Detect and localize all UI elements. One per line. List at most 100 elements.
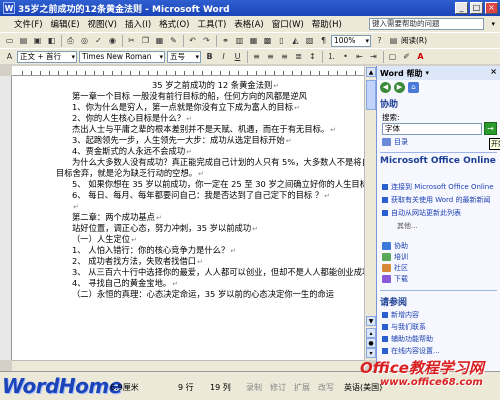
numbering-icon[interactable]: ⒈ xyxy=(325,50,338,63)
bullets-icon[interactable]: • xyxy=(339,50,352,63)
toc-link[interactable]: 目录 xyxy=(382,137,408,147)
status-extend[interactable]: 扩展 xyxy=(294,382,310,393)
read-button[interactable]: 阅读(R) xyxy=(401,35,427,46)
status-record[interactable]: 录制 xyxy=(246,382,262,393)
show-hide-icon[interactable]: ¶ xyxy=(317,34,330,47)
horizontal-ruler[interactable] xyxy=(12,66,364,76)
insert-table-icon[interactable]: ▦ xyxy=(247,34,260,47)
new-document-icon[interactable]: ▭ xyxy=(3,34,16,47)
online-link-news[interactable]: 获取有关使用 Word 的最新新闻 xyxy=(382,195,490,205)
close-icon[interactable]: × xyxy=(490,67,497,76)
research-icon[interactable]: ◉ xyxy=(106,34,119,47)
community-link[interactable]: 社区 xyxy=(382,263,408,273)
border-icon[interactable]: ▢ xyxy=(386,50,399,63)
ruler-tick xyxy=(220,71,221,75)
insert-excel-icon[interactable]: ▩ xyxy=(261,34,274,47)
assist-link[interactable]: 协助 xyxy=(382,241,408,251)
ruler-tick xyxy=(265,71,266,75)
scroll-up-icon[interactable]: ▲ xyxy=(366,67,376,77)
help-search-input[interactable]: 字体 xyxy=(382,123,482,135)
decrease-indent-icon[interactable]: ⇤ xyxy=(353,50,366,63)
undo-icon[interactable]: ↶ xyxy=(186,34,199,47)
read-icon[interactable]: ▤ xyxy=(387,34,400,47)
underline-icon[interactable]: U xyxy=(231,50,244,63)
spelling-icon[interactable]: ✓ xyxy=(92,34,105,47)
print-preview-icon[interactable]: ◎ xyxy=(78,34,91,47)
document-page[interactable]: 35 岁之前成功的 12 条黄金法则↵ 第一章一个目标 一般没有前行目标的船，任… xyxy=(12,76,364,360)
previous-page-icon[interactable]: ▴ xyxy=(366,328,376,338)
font-color-icon[interactable]: A xyxy=(414,50,427,63)
permission-icon[interactable]: ◧ xyxy=(45,34,58,47)
menu-table[interactable]: 表格(A) xyxy=(230,18,267,30)
menu-insert[interactable]: 插入(I) xyxy=(121,18,155,30)
online-link-update[interactable]: 自动从网站更新此列表 xyxy=(382,208,461,218)
contact-us-link[interactable]: 与我们联系 xyxy=(382,322,426,332)
open-folder-icon[interactable]: ▤ xyxy=(17,34,30,47)
help-icon[interactable]: ? xyxy=(373,34,386,47)
document-map-icon[interactable]: ▧ xyxy=(303,34,316,47)
document-area[interactable]: 35 岁之前成功的 12 条黄金法则↵ 第一章一个目标 一般没有前行目标的船，任… xyxy=(12,76,364,360)
align-left-icon[interactable]: ≡ xyxy=(250,50,263,63)
italic-icon[interactable]: I xyxy=(217,50,230,63)
cut-icon[interactable]: ✂ xyxy=(125,34,138,47)
online-settings-link[interactable]: 在线内容设置... xyxy=(382,346,440,356)
download-link[interactable]: 下载 xyxy=(382,274,408,284)
align-center-icon[interactable]: ≡ xyxy=(264,50,277,63)
align-right-icon[interactable]: ≡ xyxy=(278,50,291,63)
maximize-button[interactable]: □ xyxy=(470,2,483,14)
standard-toolbar: ▭ ▤ ▣ ◧ ⎙ ◎ ✓ ◉ ✂ ❐ ▦ ✎ ↶ ↷ ⚭ ▥ ▦ ▩ ▯ ◭ … xyxy=(0,32,500,48)
line-spacing-icon[interactable]: ↕ xyxy=(306,50,319,63)
menu-help[interactable]: 帮助(H) xyxy=(308,18,346,30)
back-icon[interactable]: ◀ xyxy=(380,81,391,93)
menu-format[interactable]: 格式(O) xyxy=(155,18,193,30)
scroll-thumb[interactable] xyxy=(366,80,376,110)
more-link[interactable]: 其他... xyxy=(397,221,418,231)
tables-borders-icon[interactable]: ▥ xyxy=(233,34,246,47)
word-app-icon[interactable]: W xyxy=(3,2,15,14)
ask-question-input[interactable]: 键入需要帮助的问题 xyxy=(369,18,484,30)
chevron-down-icon[interactable]: ▾ xyxy=(491,20,495,28)
vertical-ruler[interactable] xyxy=(0,76,12,360)
status-overtype[interactable]: 改写 xyxy=(318,382,334,393)
columns-icon[interactable]: ▯ xyxy=(275,34,288,47)
font-size-select[interactable]: 五号 xyxy=(167,50,201,63)
increase-indent-icon[interactable]: ⇥ xyxy=(367,50,380,63)
search-go-button[interactable]: → xyxy=(484,122,497,135)
chevron-down-icon[interactable]: ▾ xyxy=(426,69,430,77)
zoom-select[interactable]: 100% xyxy=(331,34,371,47)
training-link[interactable]: 培训 xyxy=(382,252,408,262)
save-icon[interactable]: ▣ xyxy=(31,34,44,47)
ruler-tick xyxy=(130,71,131,75)
bold-icon[interactable]: B xyxy=(203,50,216,63)
status-track[interactable]: 修订 xyxy=(270,382,286,393)
accessibility-link[interactable]: 辅助功能帮助 xyxy=(382,334,433,344)
paste-icon[interactable]: ▦ xyxy=(153,34,166,47)
menu-edit[interactable]: 编辑(E) xyxy=(47,18,84,30)
print-icon[interactable]: ⎙ xyxy=(64,34,77,47)
scroll-down-icon[interactable]: ▼ xyxy=(366,316,376,326)
menu-file[interactable]: 文件(F) xyxy=(10,18,47,30)
style-select[interactable]: 正文 + 首行 xyxy=(17,50,77,63)
redo-icon[interactable]: ↷ xyxy=(200,34,213,47)
home-icon[interactable]: ⌂ xyxy=(408,81,419,93)
format-painter-icon[interactable]: ✎ xyxy=(167,34,180,47)
task-pane-title[interactable]: Word 帮助 xyxy=(380,68,423,79)
menu-tools[interactable]: 工具(T) xyxy=(193,18,230,30)
select-browse-object-icon[interactable]: ● xyxy=(366,338,376,348)
vertical-scrollbar[interactable]: ▲ ▼ ▴ ● ▾ xyxy=(364,66,376,360)
horizontal-scrollbar[interactable] xyxy=(12,360,364,371)
menu-view[interactable]: 视图(V) xyxy=(84,18,121,30)
copy-icon[interactable]: ❐ xyxy=(139,34,152,47)
drawing-icon[interactable]: ◭ xyxy=(289,34,302,47)
font-select[interactable]: Times New Roman xyxy=(79,50,165,63)
hyperlink-icon[interactable]: ⚭ xyxy=(219,34,232,47)
styles-icon[interactable]: A xyxy=(3,50,16,63)
menu-window[interactable]: 窗口(W) xyxy=(268,18,308,30)
justify-icon[interactable]: ≣ xyxy=(292,50,305,63)
minimize-button[interactable]: _ xyxy=(455,2,468,14)
whats-new-link[interactable]: 新增内容 xyxy=(382,310,419,320)
close-button[interactable]: × xyxy=(485,2,498,14)
forward-icon[interactable]: ▶ xyxy=(394,81,405,93)
online-link-connect[interactable]: 连接到 Microsoft Office Online xyxy=(382,182,494,192)
highlight-icon[interactable]: ✐ xyxy=(400,50,413,63)
